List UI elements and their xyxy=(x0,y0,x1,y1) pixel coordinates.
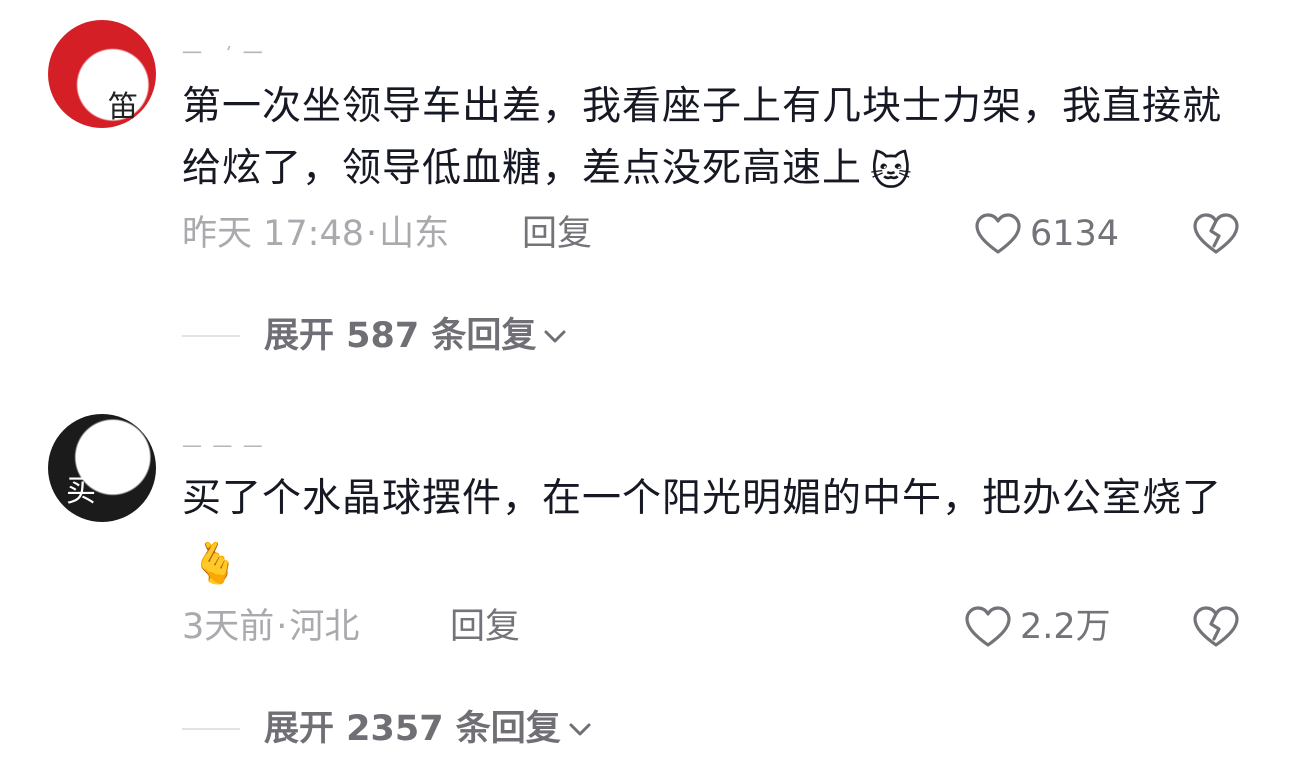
comment-time: 3天前 xyxy=(182,607,275,647)
heart-outline-icon xyxy=(965,606,1011,647)
expand-replies-label[interactable]: 展开 2357 条回复 xyxy=(264,709,561,749)
avatar[interactable]: 买 xyxy=(48,414,156,522)
expand-replies[interactable]: 展开 2357 条回复 xyxy=(182,709,593,749)
comment-location: 河北 xyxy=(289,607,360,647)
broken-heart-icon[interactable] xyxy=(1192,605,1240,649)
comment-text-content: 买了个水晶球摆件，在一个阳光明媚的中午，把办公室烧了 xyxy=(182,476,1223,521)
reply-button[interactable]: 回复 xyxy=(450,607,520,647)
like-count: 2.2万 xyxy=(1020,607,1111,647)
like-button[interactable]: 2.2万 xyxy=(964,605,1111,649)
comment-item: 买 — — — 买了个水晶球摆件，在一个阳光明媚的中午，把办公室烧了 🫰 3天前·… xyxy=(0,0,1290,777)
avatar-glyph: 买 xyxy=(66,474,96,509)
divider-line xyxy=(182,728,240,730)
chevron-down-icon xyxy=(569,723,591,736)
meta-separator: · xyxy=(276,607,288,647)
comment-meta: 3天前·河北 xyxy=(182,607,359,647)
username[interactable]: — — — xyxy=(182,438,265,452)
comment-text: 买了个水晶球摆件，在一个阳光明媚的中午，把办公室烧了 🫰 xyxy=(182,468,1232,592)
finger-heart-emoji-icon: 🫰 xyxy=(190,541,241,587)
